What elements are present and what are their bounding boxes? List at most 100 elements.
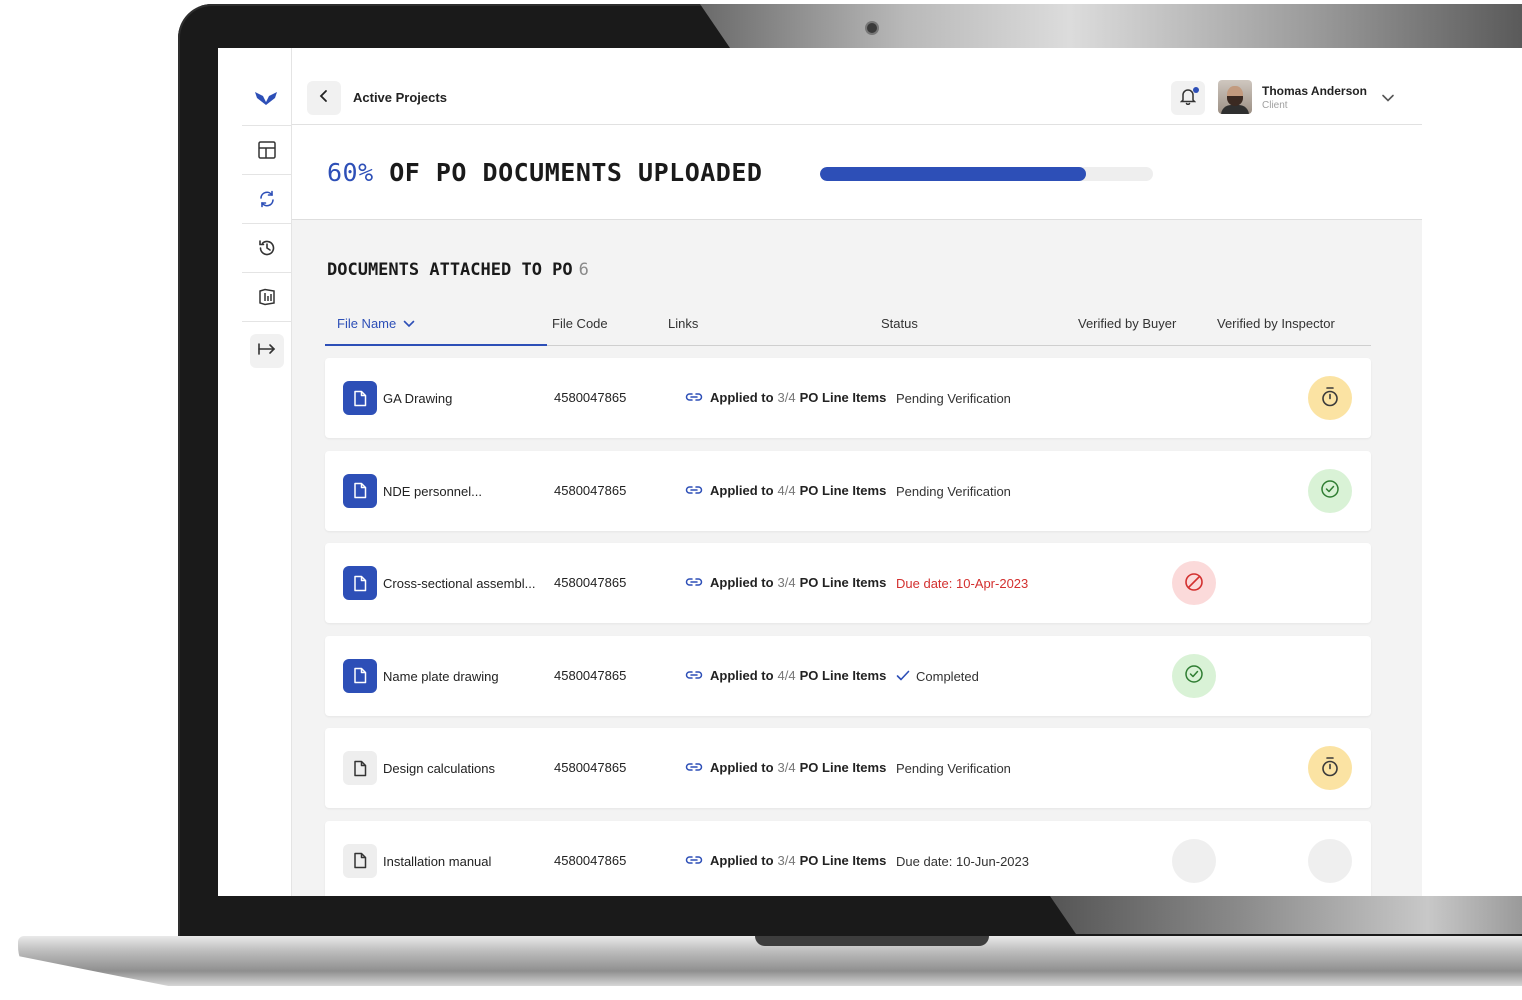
progress-bar-fill: [820, 167, 1087, 181]
table-header: File Name File Code Links Status Verifie…: [325, 306, 1371, 346]
link-icon: [685, 853, 710, 868]
inspector-verification-badge[interactable]: [1308, 376, 1352, 420]
line-items-link[interactable]: Applied to 3/4 PO Line Items: [685, 390, 886, 405]
buyer-verification-badge[interactable]: [1172, 653, 1216, 698]
status-label: Pending Verification: [896, 391, 1011, 406]
file-icon: [343, 566, 377, 600]
check-circle-icon: [1184, 664, 1204, 687]
laptop-notch: [755, 936, 989, 946]
arrow-right-bar-icon: [257, 342, 277, 361]
dashboard-icon: [257, 140, 277, 160]
sync-icon: [257, 189, 277, 209]
inspector-verification-badge[interactable]: [1308, 468, 1352, 513]
buyer-verification-badge[interactable]: [1172, 561, 1216, 605]
column-status[interactable]: Status: [881, 316, 918, 331]
column-links[interactable]: Links: [668, 316, 698, 331]
column-verified-inspector[interactable]: Verified by Inspector: [1217, 316, 1335, 331]
back-button[interactable]: [307, 81, 341, 115]
link-suffix: PO Line Items: [799, 390, 887, 405]
link-icon: [685, 390, 710, 405]
link-count: 3/4: [777, 852, 796, 868]
camera-icon: [867, 23, 877, 33]
file-icon: [343, 658, 377, 693]
table-row[interactable]: GA Drawing 4580047865 Applied to 3/4 PO Line…: [325, 358, 1371, 438]
status-text: Due date: 10-Apr-2023: [896, 576, 1028, 591]
table-row[interactable]: NDE personnel... 4580047865 Applied to 4/4 P…: [325, 450, 1371, 531]
file-code: 4580047865: [554, 575, 627, 590]
rejected-icon: [1184, 572, 1204, 595]
check-circle-icon: [1320, 479, 1340, 502]
progress-bar: [820, 167, 1153, 181]
file-name[interactable]: Cross-sectional assembl...: [383, 576, 535, 591]
file-name[interactable]: Name plate drawing: [383, 669, 499, 684]
link-prefix: Applied to: [710, 760, 774, 775]
file-code: 4580047865: [554, 667, 627, 683]
line-items-link[interactable]: Applied to 3/4 PO Line Items: [685, 575, 886, 590]
sidebar: [218, 48, 292, 896]
progress-percent: 60%: [327, 158, 374, 187]
column-active-underline: [325, 344, 547, 346]
line-items-link[interactable]: Applied to 4/4 PO Line Items: [685, 668, 886, 683]
status-label: Due date: 10-Apr-2023: [896, 576, 1029, 591]
line-items-link[interactable]: Applied to 3/4 PO Line Items: [685, 853, 886, 868]
file-name[interactable]: Installation manual: [383, 854, 491, 869]
status-text: Pending Verification: [896, 484, 1011, 499]
column-file-name[interactable]: File Name: [337, 316, 415, 331]
section-title-text: DOCUMENTS ATTACHED TO PO: [327, 260, 573, 280]
laptop-bezel-highlight: [1050, 896, 1522, 934]
line-items-link[interactable]: Applied to 3/4 PO Line Items: [685, 760, 886, 775]
file-name[interactable]: GA Drawing: [383, 391, 452, 406]
link-suffix: PO Line Items: [799, 760, 887, 775]
brand-logo-icon[interactable]: [254, 89, 278, 110]
link-count: 4/4: [777, 482, 796, 498]
file-icon: [343, 751, 377, 785]
line-items-link[interactable]: Applied to 4/4 PO Line Items: [685, 483, 886, 498]
table-row[interactable]: Name plate drawing 4580047865 Applied to 4/…: [325, 635, 1371, 716]
sidebar-expand-button[interactable]: [250, 334, 284, 368]
sidebar-item-dashboard[interactable]: [242, 125, 292, 173]
status-text: Pending Verification: [896, 391, 1011, 406]
progress-title: 60% OF PO DOCUMENTS UPLOADED: [327, 158, 762, 187]
inspector-verification-badge[interactable]: [1308, 746, 1352, 790]
breadcrumb[interactable]: Active Projects: [353, 90, 447, 105]
sidebar-item-reports[interactable]: [242, 272, 292, 320]
buyer-verification-badge[interactable]: [1172, 838, 1216, 883]
checkmark-icon: [896, 669, 916, 684]
inspector-verification-badge[interactable]: [1308, 838, 1352, 883]
file-icon: [343, 473, 377, 508]
link-prefix: Applied to: [710, 390, 774, 405]
file-name[interactable]: NDE personnel...: [383, 484, 482, 499]
status-text: Due date: 10-Jun-2023: [896, 854, 1029, 869]
table-row[interactable]: Cross-sectional assembl... 4580047865 Appl…: [325, 543, 1371, 623]
link-prefix: Applied to: [710, 852, 774, 868]
document-count: 6: [578, 260, 589, 280]
column-file-name-label: File Name: [337, 316, 397, 331]
chevron-down-icon[interactable]: [1381, 90, 1395, 108]
notifications-button[interactable]: [1171, 81, 1205, 115]
sidebar-item-history[interactable]: [242, 223, 292, 271]
file-icon: [343, 843, 377, 878]
link-suffix: PO Line Items: [799, 852, 887, 868]
link-icon: [685, 760, 710, 775]
table-row[interactable]: Design calculations 4580047865 Applied to 3…: [325, 728, 1371, 808]
link-count: 3/4: [777, 760, 796, 775]
reports-icon: [257, 287, 277, 307]
timer-icon: [1320, 386, 1340, 411]
history-icon: [257, 238, 277, 258]
file-name[interactable]: Design calculations: [383, 761, 495, 776]
table-row[interactable]: Installation manual 4580047865 Applied to 3…: [325, 820, 1371, 896]
link-count: 3/4: [777, 575, 796, 590]
link-icon: [685, 483, 710, 498]
user-role: Client: [1262, 100, 1288, 111]
column-file-code[interactable]: File Code: [552, 316, 608, 331]
file-code: 4580047865: [554, 760, 627, 775]
progress-label: OF PO DOCUMENTS UPLOADED: [389, 158, 763, 187]
avatar[interactable]: [1218, 80, 1252, 114]
sidebar-item-sync[interactable]: [242, 174, 292, 222]
chevron-left-icon: [319, 89, 329, 108]
status-label: Completed: [916, 668, 979, 684]
status-label: Pending Verification: [896, 483, 1011, 499]
user-name: Thomas Anderson: [1262, 84, 1367, 98]
column-verified-buyer[interactable]: Verified by Buyer: [1078, 316, 1176, 331]
link-prefix: Applied to: [710, 575, 774, 590]
